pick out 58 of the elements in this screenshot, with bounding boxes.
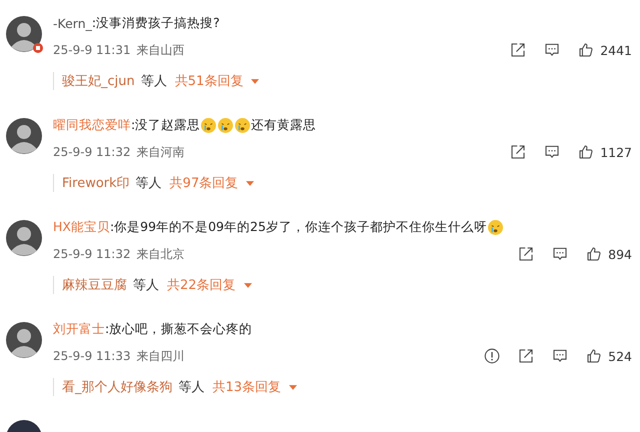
emoji-icon bbox=[201, 118, 216, 132]
thumbs-up-icon[interactable] bbox=[586, 246, 602, 262]
comment-time: 25-9-9 11:32 bbox=[53, 145, 131, 159]
reply-count-link[interactable]: 共97条回复 bbox=[170, 174, 238, 192]
comment-text: :没事消费孩子搞热搜? bbox=[92, 14, 220, 30]
avatar-icon[interactable] bbox=[6, 322, 42, 358]
reply-label: 等人 bbox=[136, 175, 162, 192]
reply-username[interactable]: 骏王妃_cjun bbox=[62, 72, 135, 90]
comment-location: 来自河南 bbox=[136, 144, 185, 160]
comment-time: 25-9-9 11:33 bbox=[53, 349, 131, 363]
emoji-icon bbox=[488, 220, 503, 234]
comment-icon[interactable] bbox=[544, 144, 560, 160]
comment-time: 25-9-9 11:32 bbox=[53, 247, 131, 261]
comment-text: :你是99年的不是09年的25岁了，你连个孩子都护不住你生什么呀 bbox=[110, 218, 487, 236]
share-icon[interactable] bbox=[510, 42, 526, 58]
emoji-icon bbox=[218, 118, 234, 132]
comment-icon[interactable] bbox=[544, 42, 560, 58]
share-icon[interactable] bbox=[518, 348, 534, 364]
username[interactable]: 曜同我恋爱咩 bbox=[53, 116, 131, 134]
username[interactable]: HX能宝贝 bbox=[53, 218, 110, 236]
caret-icon[interactable] bbox=[251, 78, 260, 84]
comment-location: 来自四川 bbox=[136, 348, 185, 364]
username[interactable]: -Kern_ bbox=[53, 16, 92, 30]
thumbs-up-icon[interactable] bbox=[578, 144, 594, 160]
caret-icon[interactable] bbox=[246, 180, 254, 186]
emoji-icon bbox=[235, 118, 250, 132]
like-count: 1127 bbox=[600, 144, 632, 160]
reply-username[interactable]: Firework印 bbox=[62, 174, 130, 192]
comment-icon[interactable] bbox=[552, 246, 568, 262]
comment-icon[interactable] bbox=[552, 348, 568, 364]
thumbs-up-icon[interactable] bbox=[578, 42, 594, 58]
avatar-icon[interactable] bbox=[6, 16, 42, 52]
comment-text: :没了赵露思 bbox=[131, 116, 200, 134]
avatar-icon[interactable] bbox=[6, 220, 42, 256]
thumbs-up-icon[interactable] bbox=[586, 348, 602, 364]
reply-count-link[interactable]: 共51条回复 bbox=[174, 72, 244, 90]
reply-label: 等人 bbox=[140, 73, 167, 90]
like-count: 2441 bbox=[600, 42, 632, 58]
caret-icon[interactable] bbox=[244, 282, 252, 288]
caret-icon[interactable] bbox=[289, 384, 298, 390]
share-icon[interactable] bbox=[510, 144, 526, 160]
comment-location: 来自山西 bbox=[136, 42, 185, 58]
reply-label: 等人 bbox=[178, 379, 204, 396]
comment-text: 还有黄露思 bbox=[251, 116, 316, 134]
reply-username[interactable]: 麻辣豆豆腐 bbox=[62, 276, 127, 294]
like-count: 894 bbox=[608, 246, 632, 262]
username[interactable]: 刘开富士 bbox=[53, 320, 105, 338]
reply-label: 等人 bbox=[133, 277, 159, 294]
avatar-icon[interactable] bbox=[6, 118, 42, 154]
reply-username[interactable]: 看_那个人好像条狗 bbox=[62, 378, 172, 396]
comment-text: :放心吧，撕葱不会心疼的 bbox=[105, 320, 252, 338]
comment-location: 来自北京 bbox=[136, 246, 185, 262]
reply-count-link[interactable]: 共22条回复 bbox=[167, 276, 236, 294]
like-count: 524 bbox=[608, 348, 632, 364]
reply-count-link[interactable]: 共13条回复 bbox=[212, 378, 282, 396]
share-icon[interactable] bbox=[518, 246, 534, 262]
comment-time: 25-9-9 11:31 bbox=[53, 43, 131, 57]
report-icon[interactable] bbox=[484, 348, 500, 364]
